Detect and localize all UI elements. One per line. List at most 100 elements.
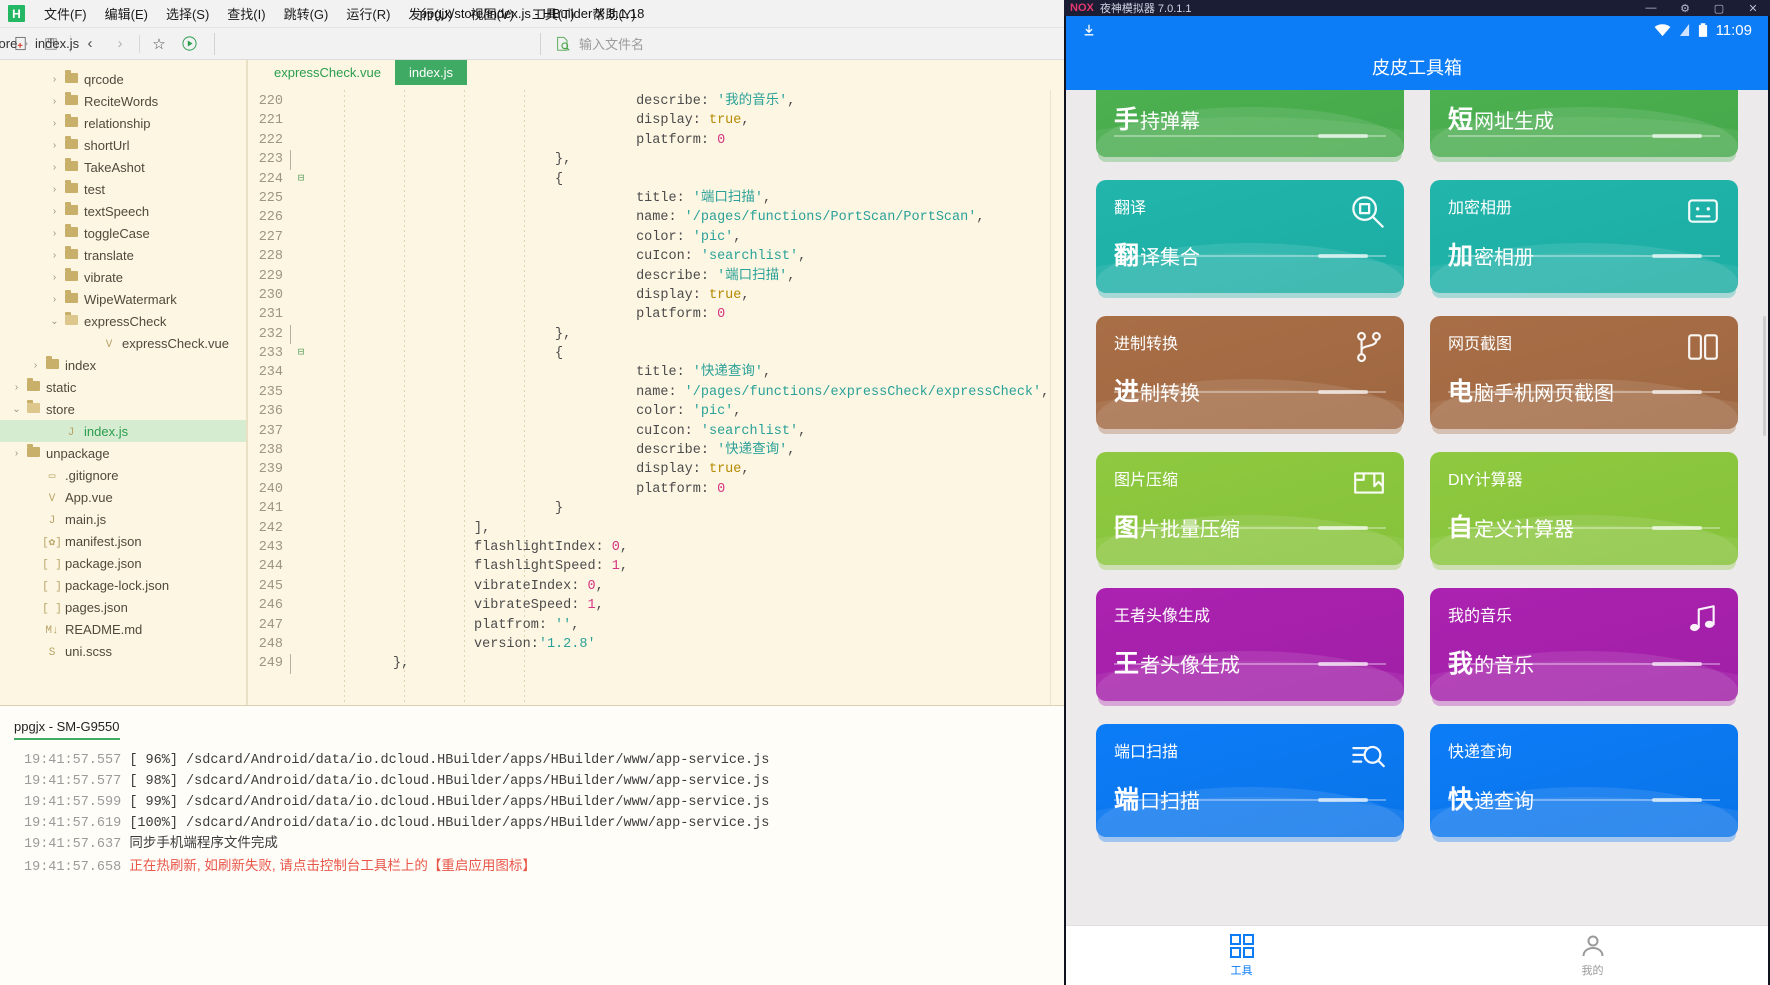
tree-item-translate[interactable]: › translate	[0, 244, 246, 266]
fold-end-marker[interactable]	[290, 654, 312, 674]
editor-tab-1[interactable]: index.js	[394, 60, 468, 85]
tree-item-relationship[interactable]: › relationship	[0, 112, 246, 134]
tabbar-item-tools[interactable]: 工具	[1066, 926, 1417, 985]
tool-card-7[interactable]: DIY计算器自定义计算器	[1430, 452, 1738, 565]
tree-item-package-lock.json[interactable]: [ ] package-lock.json	[0, 574, 246, 596]
code-line: cuIcon: 'searchlist',	[636, 249, 807, 265]
tabbar-item-mine[interactable]: 我的	[1417, 926, 1768, 985]
editor-tabs[interactable]: expressCheck.vue index.js	[248, 60, 1064, 90]
tool-card-2[interactable]: 翻译翻译集合	[1096, 180, 1404, 293]
chevron-right-icon[interactable]: ›	[48, 96, 61, 107]
chevron-right-icon[interactable]: ›	[48, 272, 61, 283]
tool-card-10[interactable]: 端口扫描端口扫描	[1096, 724, 1404, 837]
menu-item-8[interactable]: 工具(T)	[523, 2, 584, 25]
tree-item-.gitignore[interactable]: ▭ .gitignore	[0, 464, 246, 486]
console-tabs[interactable]: ppgjx - SM-G9550	[0, 706, 1064, 740]
tree-item-static[interactable]: › static	[0, 376, 246, 398]
chevron-down-icon[interactable]: ⌄	[48, 316, 61, 327]
close-icon[interactable]: ✕	[1736, 0, 1770, 16]
tree-item-test[interactable]: › test	[0, 178, 246, 200]
chevron-right-icon[interactable]: ›	[48, 250, 61, 261]
chevron-right-icon[interactable]: ›	[48, 228, 61, 239]
settings-icon[interactable]: ⚙	[1668, 0, 1702, 16]
tool-card-4[interactable]: 进制转换进制转换	[1096, 316, 1404, 429]
tree-item-vibrate[interactable]: › vibrate	[0, 266, 246, 288]
tree-item-main.js[interactable]: Jmain.js	[0, 508, 246, 530]
tool-card-0[interactable]: 手持弹幕	[1096, 90, 1404, 157]
chevron-right-icon[interactable]: ›	[10, 448, 23, 459]
tree-item-index[interactable]: › index	[0, 354, 246, 376]
chevron-down-icon[interactable]: ⌄	[10, 404, 23, 415]
bookmark-star-icon[interactable]: ☆	[144, 31, 174, 57]
tool-card-8[interactable]: 王者头像生成王者头像生成	[1096, 588, 1404, 701]
console-tab-device[interactable]: ppgjx - SM-G9550	[14, 719, 120, 740]
menu-item-4[interactable]: 跳转(G)	[275, 2, 338, 25]
tree-item-textSpeech[interactable]: › textSpeech	[0, 200, 246, 222]
tool-card-3[interactable]: 加密相册加密相册	[1430, 180, 1738, 293]
menu-item-9[interactable]: 帮助(Y)	[583, 2, 644, 25]
tool-card-6[interactable]: 图片压缩图片批量压缩	[1096, 452, 1404, 565]
tree-item-pages.json[interactable]: [ ] pages.json	[0, 596, 246, 618]
menu-item-5[interactable]: 运行(R)	[337, 2, 399, 25]
menu-item-6[interactable]: 发行(U)	[399, 2, 461, 25]
chevron-right-icon[interactable]: ›	[48, 162, 61, 173]
tool-card-11[interactable]: 快递查询快递查询	[1430, 724, 1738, 837]
tool-card-5[interactable]: 网页截图电脑手机网页截图	[1430, 316, 1738, 429]
chevron-right-icon[interactable]: ›	[48, 118, 61, 129]
minimize-icon[interactable]: —	[1634, 0, 1668, 16]
maximize-icon[interactable]: ▢	[1702, 0, 1736, 16]
tree-item-index.js[interactable]: Jindex.js	[0, 420, 246, 442]
fold-end-marker[interactable]	[290, 324, 312, 345]
menu-item-7[interactable]: 视图(V)	[461, 2, 522, 25]
code-lines[interactable]: describe: '我的音乐', display: true, platfor…	[312, 90, 1064, 705]
menu-item-1[interactable]: 编辑(E)	[96, 2, 157, 25]
bottom-tabbar[interactable]: 工具 我的	[1066, 925, 1768, 985]
code-view[interactable]: 220 221 222 223 224 225 226 227 228 229 230 231 232 2…	[248, 90, 1064, 705]
tool-grid[interactable]: 手持弹幕短网址生成 翻译翻译集合 加密相册加密相册 进制转换进制转换 网页截图电脑手机网…	[1066, 90, 1768, 925]
run-icon[interactable]	[174, 31, 204, 57]
menu-item-0[interactable]: 文件(F)	[35, 2, 96, 25]
tree-item-store[interactable]: ⌄ store	[0, 398, 246, 420]
tree-item-expressCheck.vue[interactable]: VexpressCheck.vue	[0, 332, 246, 354]
tree-item-expressCheck[interactable]: ⌄ expressCheck	[0, 310, 246, 332]
breadcrumb-item-1[interactable]: store	[0, 36, 17, 51]
editor-tab-0[interactable]: expressCheck.vue	[260, 60, 395, 85]
window-controls: — ⚙ ▢ ✕	[1634, 0, 1770, 16]
folder-icon	[61, 92, 81, 108]
tree-item-toggleCase[interactable]: › toggleCase	[0, 222, 246, 244]
tree-item-unpackage[interactable]: › unpackage	[0, 442, 246, 464]
chevron-right-icon[interactable]: ›	[10, 382, 23, 393]
menu-item-2[interactable]: 选择(S)	[157, 2, 218, 25]
chevron-right-icon[interactable]: ›	[29, 360, 42, 371]
tree-item-README.md[interactable]: M↓ README.md	[0, 618, 246, 640]
fold-collapse-icon[interactable]: ⊟	[290, 170, 312, 189]
chevron-right-icon[interactable]: ›	[48, 294, 61, 305]
tree-item-package.json[interactable]: [ ] package.json	[0, 552, 246, 574]
forward-icon[interactable]: ›	[105, 31, 135, 57]
breadcrumb-item-2[interactable]: index.js	[35, 36, 79, 51]
tool-card-9[interactable]: 我的音乐我的音乐	[1430, 588, 1738, 701]
fold-markers[interactable]: ⊟ ⊟	[290, 90, 312, 705]
tree-item-TakeAshot[interactable]: › TakeAshot	[0, 156, 246, 178]
tree-item-uni.scss[interactable]: Suni.scss	[0, 640, 246, 662]
tree-item-App.vue[interactable]: V App.vue	[0, 486, 246, 508]
tree-item-WipeWatermark[interactable]: › WipeWatermark	[0, 288, 246, 310]
chevron-right-icon[interactable]: ›	[48, 184, 61, 195]
line-number: 233	[258, 346, 283, 362]
tree-item-qrcode[interactable]: › qrcode	[0, 68, 246, 90]
tree-item-ReciteWords[interactable]: › ReciteWords	[0, 90, 246, 112]
tree-item-manifest.json[interactable]: [✿] manifest.json	[0, 530, 246, 552]
scrollbar[interactable]	[1763, 316, 1766, 436]
back-icon[interactable]: ‹	[75, 31, 105, 57]
fold-end-marker[interactable]	[290, 150, 312, 170]
console-line: 19:41:57.619 [100%] /sdcard/Android/data…	[24, 816, 770, 831]
chevron-right-icon[interactable]: ›	[48, 206, 61, 217]
fold-collapse-icon[interactable]: ⊟	[290, 344, 312, 363]
file-search[interactable]: 输入文件名	[555, 34, 644, 53]
chevron-right-icon[interactable]: ›	[48, 74, 61, 85]
chevron-right-icon[interactable]: ›	[48, 140, 61, 151]
menu-item-3[interactable]: 查找(I)	[218, 2, 274, 25]
file-tree[interactable]: › qrcode › ReciteWords › relationship › shortUr…	[0, 60, 247, 705]
tool-card-1[interactable]: 短网址生成	[1430, 90, 1738, 157]
tree-item-shortUrl[interactable]: › shortUrl	[0, 134, 246, 156]
